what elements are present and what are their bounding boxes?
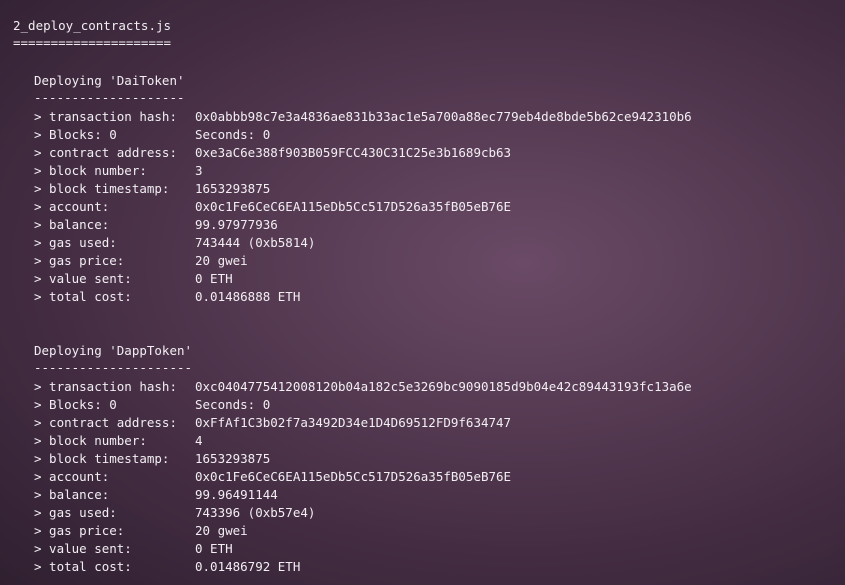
- row-value-balance: 99.97977936: [195, 217, 278, 232]
- deployment-title: Deploying 'DaiToken': [34, 73, 185, 88]
- row-key-block-timestamp: > block timestamp:: [34, 181, 170, 196]
- row-value-block-timestamp: 1653293875: [195, 451, 271, 466]
- row-key-total-cost: > total cost:: [34, 289, 132, 304]
- row-key-transaction-hash: > transaction hash:: [34, 379, 177, 394]
- deployment-underline: ---------------------: [34, 360, 193, 375]
- row-value-contract-address: 0xe3aC6e388f903B059FCC430C31C25e3b1689cb…: [195, 145, 512, 160]
- row-key-account: > account:: [34, 199, 110, 214]
- row-key-account: > account:: [34, 469, 110, 484]
- deployment-underline: --------------------: [34, 90, 185, 105]
- row-value-total-cost: 0.01486792 ETH: [195, 559, 301, 574]
- row-key-contract-address: > contract address:: [34, 145, 177, 160]
- row-key-block-timestamp: > block timestamp:: [34, 451, 170, 466]
- row-value-transaction-hash: 0x0abbb98c7e3a4836ae831b33ac1e5a700a88ec…: [195, 109, 692, 124]
- row-value-value-sent: 0 ETH: [195, 541, 233, 556]
- row-key-contract-address: > contract address:: [34, 415, 177, 430]
- row-value-gas-used: 743396 (0xb57e4): [195, 505, 316, 520]
- row-value-account: 0x0c1Fe6CeC6EA115eDb5Cc517D526a35fB05eB7…: [195, 199, 512, 214]
- row-key-total-cost: > total cost:: [34, 559, 132, 574]
- row-value-contract-address: 0xFfAf1C3b02f7a3492D34e1D4D69512FD9f6347…: [195, 415, 512, 430]
- row-key-gas-price: > gas price:: [34, 253, 125, 268]
- migration-file-underline: =====================: [13, 35, 172, 50]
- row-value-balance: 99.96491144: [195, 487, 278, 502]
- row-key-value-sent: > value sent:: [34, 541, 132, 556]
- row-value-gas-price: 20 gwei: [195, 253, 248, 268]
- row-key-block-number: > block number:: [34, 433, 147, 448]
- row-key-gas-used: > gas used:: [34, 505, 117, 520]
- row-key-value-sent: > value sent:: [34, 271, 132, 286]
- row-key-transaction-hash: > transaction hash:: [34, 109, 177, 124]
- row-value-gas-price: 20 gwei: [195, 523, 248, 538]
- terminal-output: 2_deploy_contracts.js ==================…: [0, 0, 845, 585]
- row-key-balance: > balance:: [34, 217, 110, 232]
- row-value-value-sent: 0 ETH: [195, 271, 233, 286]
- row-key-block-number: > block number:: [34, 163, 147, 178]
- row-value-gas-used: 743444 (0xb5814): [195, 235, 316, 250]
- row-value-seconds: Seconds: 0: [195, 127, 271, 142]
- row-value-total-cost: 0.01486888 ETH: [195, 289, 301, 304]
- migration-file-title: 2_deploy_contracts.js: [13, 18, 172, 33]
- row-value-block-number: 3: [195, 163, 203, 178]
- row-key-gas-used: > gas used:: [34, 235, 117, 250]
- row-value-block-timestamp: 1653293875: [195, 181, 271, 196]
- row-key-balance: > balance:: [34, 487, 110, 502]
- row-key-gas-price: > gas price:: [34, 523, 125, 538]
- row-value-block-number: 4: [195, 433, 203, 448]
- row-value-transaction-hash: 0xc0404775412008120b04a182c5e3269bc90901…: [195, 379, 692, 394]
- row-value-seconds: Seconds: 0: [195, 397, 271, 412]
- row-key-blocks: > Blocks: 0: [34, 127, 117, 142]
- row-key-blocks: > Blocks: 0: [34, 397, 117, 412]
- deployment-title: Deploying 'DappToken': [34, 343, 193, 358]
- row-value-account: 0x0c1Fe6CeC6EA115eDb5Cc517D526a35fB05eB7…: [195, 469, 512, 484]
